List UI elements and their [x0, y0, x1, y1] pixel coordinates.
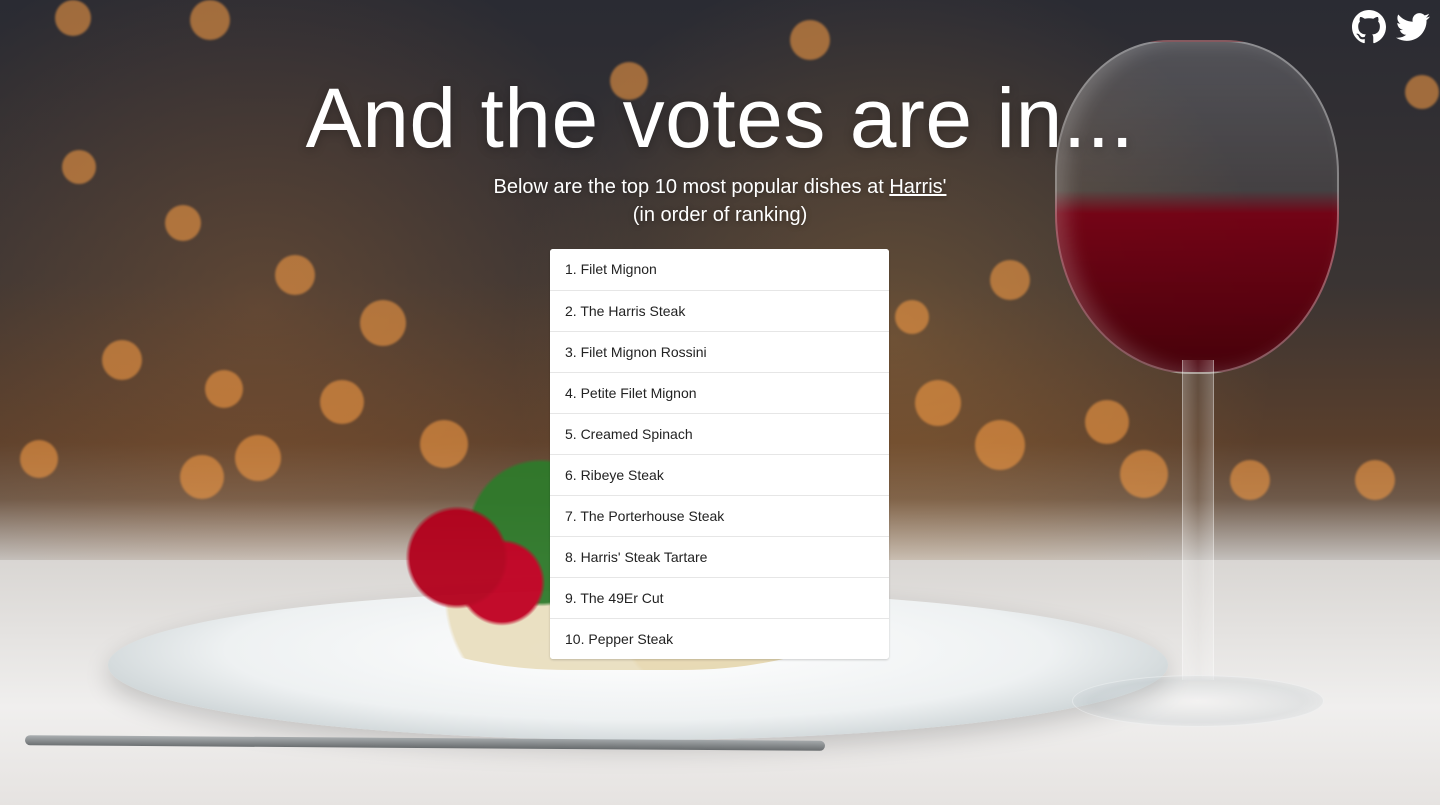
github-icon[interactable] — [1352, 10, 1386, 44]
page-subtitle: Below are the top 10 most popular dishes… — [0, 173, 1440, 229]
bokeh-light — [420, 420, 468, 468]
ranking-item-10[interactable]: 10. Pepper Steak — [550, 618, 889, 659]
bokeh-light — [990, 260, 1030, 300]
bokeh-light — [235, 435, 281, 481]
bokeh-light — [275, 255, 315, 295]
bokeh-light — [895, 300, 929, 334]
ranking-item-9[interactable]: 9. The 49Er Cut — [550, 577, 889, 618]
wine-glass-base — [1072, 675, 1324, 727]
ranking-item-3[interactable]: 3. Filet Mignon Rossini — [550, 331, 889, 372]
subtitle-text: Below are the top 10 most popular dishes… — [493, 176, 890, 198]
bokeh-light — [190, 0, 230, 40]
page-title: And the votes are in... — [305, 71, 1135, 165]
bokeh-light — [20, 440, 58, 478]
bokeh-light — [915, 380, 961, 426]
bokeh-light — [790, 20, 830, 60]
ranking-item-4[interactable]: 4. Petite Filet Mignon — [550, 372, 889, 413]
wine-glass-stem — [1182, 360, 1214, 680]
restaurant-link[interactable]: Harris' — [889, 176, 946, 198]
social-links — [1352, 10, 1430, 44]
bokeh-light — [1355, 460, 1395, 500]
ranking-item-1[interactable]: 1. Filet Mignon — [550, 249, 889, 290]
bokeh-light — [55, 0, 91, 36]
bokeh-light — [180, 455, 224, 499]
subtitle-ranking-note: (in order of ranking) — [632, 204, 808, 226]
ranking-item-7[interactable]: 7. The Porterhouse Steak — [550, 495, 889, 536]
header: And the votes are in... Below are the to… — [0, 70, 1440, 229]
ranking-item-5[interactable]: 5. Creamed Spinach — [550, 413, 889, 454]
ranking-item-8[interactable]: 8. Harris' Steak Tartare — [550, 536, 889, 577]
twitter-icon[interactable] — [1396, 10, 1430, 44]
ranking-item-6[interactable]: 6. Ribeye Steak — [550, 454, 889, 495]
bokeh-light — [205, 370, 243, 408]
bokeh-light — [1085, 400, 1129, 444]
github-icon-glyph — [1352, 10, 1386, 44]
bokeh-light — [1230, 460, 1270, 500]
ranking-item-2[interactable]: 2. The Harris Steak — [550, 290, 889, 331]
ranking-list: 1. Filet Mignon 2. The Harris Steak 3. F… — [550, 249, 889, 659]
bokeh-light — [360, 300, 406, 346]
twitter-icon-glyph — [1396, 13, 1430, 41]
bokeh-light — [975, 420, 1025, 470]
bokeh-light — [320, 380, 364, 424]
bokeh-light — [102, 340, 142, 380]
bokeh-light — [1120, 450, 1168, 498]
